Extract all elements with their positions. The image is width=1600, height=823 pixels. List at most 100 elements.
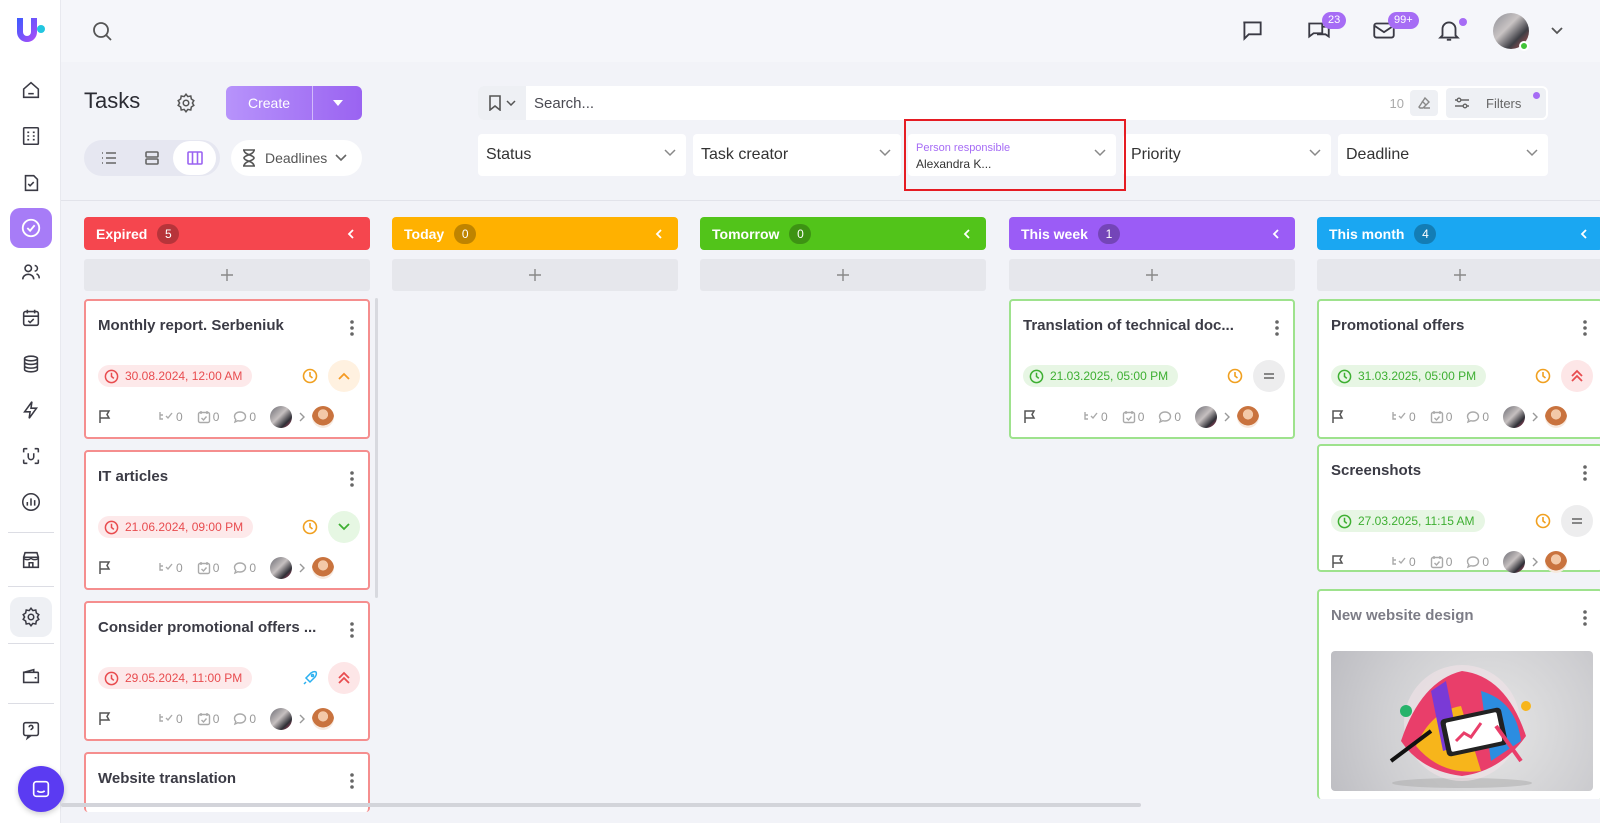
more-options-icon[interactable] xyxy=(350,319,354,337)
add-task-button[interactable] xyxy=(1317,259,1600,291)
add-task-button[interactable] xyxy=(84,259,370,291)
assignee-avatar[interactable] xyxy=(312,406,335,428)
nav-projects-icon[interactable] xyxy=(10,163,52,203)
flag-icon[interactable] xyxy=(98,712,112,726)
column-header[interactable]: This week 1 xyxy=(1009,217,1295,250)
task-card[interactable]: Translation of technical doc... 21.03.202… xyxy=(1009,299,1295,439)
comments-counter[interactable]: 0 xyxy=(233,712,256,726)
column-scrollbar[interactable] xyxy=(375,298,378,598)
collapse-chevron-icon[interactable] xyxy=(960,227,974,241)
priority-medium-icon[interactable] xyxy=(1253,360,1285,392)
nav-reports-icon[interactable] xyxy=(10,482,52,522)
nav-store-icon[interactable] xyxy=(10,540,52,580)
clear-eraser-icon[interactable] xyxy=(1410,90,1438,116)
column-header[interactable]: This month 4 xyxy=(1317,217,1600,250)
priority-high-icon[interactable] xyxy=(328,360,360,392)
nav-scan-icon[interactable] xyxy=(10,436,52,476)
subtasks-counter[interactable]: 0 xyxy=(158,712,183,726)
flag-icon[interactable] xyxy=(1331,410,1345,424)
flag-icon[interactable] xyxy=(98,410,112,424)
more-options-icon[interactable] xyxy=(1583,464,1587,482)
collapse-chevron-icon[interactable] xyxy=(652,227,666,241)
priority-highest-icon[interactable] xyxy=(1561,360,1593,392)
comments-counter[interactable]: 0 xyxy=(1466,555,1489,569)
status-filter[interactable]: Status xyxy=(478,134,686,176)
app-logo[interactable] xyxy=(13,14,47,48)
subtasks-counter[interactable]: 0 xyxy=(158,410,183,424)
checklist-counter[interactable]: 0 xyxy=(1122,410,1144,424)
checklist-counter[interactable]: 0 xyxy=(1430,410,1452,424)
column-header[interactable]: Tomorrow 0 xyxy=(700,217,986,250)
clock-icon[interactable] xyxy=(302,368,318,384)
gear-icon[interactable] xyxy=(175,92,197,114)
assignee-avatar[interactable] xyxy=(1545,406,1568,428)
collapse-chevron-icon[interactable] xyxy=(344,227,358,241)
checklist-counter[interactable]: 0 xyxy=(197,410,219,424)
support-chat-button[interactable] xyxy=(18,766,64,812)
task-card[interactable]: New website design xyxy=(1317,589,1600,799)
create-button[interactable]: Create xyxy=(226,86,362,120)
checklist-counter[interactable]: 0 xyxy=(197,712,219,726)
task-card[interactable]: Monthly report. Serbeniuk 30.08.2024, 12:… xyxy=(84,299,370,439)
creator-avatar[interactable] xyxy=(1503,406,1526,428)
list-view-icon[interactable] xyxy=(88,141,131,175)
more-options-icon[interactable] xyxy=(1583,609,1587,627)
saved-filters-button[interactable] xyxy=(478,86,526,120)
clock-icon[interactable] xyxy=(1227,368,1243,384)
nav-help-icon[interactable] xyxy=(10,710,52,750)
priority-filter[interactable]: Priority xyxy=(1123,134,1331,176)
clock-icon[interactable] xyxy=(302,519,318,535)
task-card[interactable]: IT articles 21.06.2024, 09:00 PM 0 0 0 xyxy=(84,450,370,590)
task-card[interactable]: Screenshots 27.03.2025, 11:15 AM 0 0 0 xyxy=(1317,444,1600,573)
rocket-icon[interactable] xyxy=(302,670,318,686)
filters-button[interactable]: Filters xyxy=(1446,88,1546,118)
rows-view-icon[interactable] xyxy=(131,141,174,175)
column-header[interactable]: Expired 5 xyxy=(84,217,370,250)
flag-icon[interactable] xyxy=(1023,410,1037,424)
comments-counter[interactable]: 0 xyxy=(1466,410,1489,424)
task-card[interactable]: Promotional offers 31.03.2025, 05:00 PM 0 0… xyxy=(1317,299,1600,439)
nav-settings-icon[interactable] xyxy=(10,597,52,637)
priority-medium-icon[interactable] xyxy=(1561,505,1593,537)
nav-users-icon[interactable] xyxy=(10,252,52,292)
nav-automation-icon[interactable] xyxy=(10,390,52,430)
assignee-avatar[interactable] xyxy=(1545,551,1568,573)
nav-database-icon[interactable] xyxy=(10,344,52,384)
checklist-counter[interactable]: 0 xyxy=(197,561,219,575)
more-options-icon[interactable] xyxy=(1275,319,1279,337)
column-header[interactable]: Today 0 xyxy=(392,217,678,250)
clock-icon[interactable] xyxy=(1535,513,1551,529)
deadline-filter[interactable]: Deadline xyxy=(1338,134,1548,176)
chat-icon[interactable] xyxy=(1239,17,1265,43)
subtasks-counter[interactable]: 0 xyxy=(1083,410,1108,424)
assignee-avatar[interactable] xyxy=(1237,406,1260,428)
assignee-avatar[interactable] xyxy=(312,557,335,579)
board-horizontal-scrollbar[interactable] xyxy=(61,803,1141,807)
nav-tasks-icon[interactable] xyxy=(10,208,52,248)
nav-building-icon[interactable] xyxy=(10,116,52,156)
creator-avatar[interactable] xyxy=(270,557,293,579)
nav-home-icon[interactable] xyxy=(10,70,52,110)
add-task-button[interactable] xyxy=(392,259,678,291)
assignee-avatar[interactable] xyxy=(312,708,335,730)
clock-icon[interactable] xyxy=(1535,368,1551,384)
checklist-counter[interactable]: 0 xyxy=(1430,555,1452,569)
more-options-icon[interactable] xyxy=(350,470,354,488)
subtasks-counter[interactable]: 0 xyxy=(1391,410,1416,424)
creator-avatar[interactable] xyxy=(270,708,293,730)
task-card[interactable]: Consider promotional offers ... 29.05.202… xyxy=(84,601,370,741)
search-input[interactable] xyxy=(526,94,1390,112)
more-options-icon[interactable] xyxy=(350,621,354,639)
search-icon[interactable] xyxy=(90,19,114,43)
chevron-down-icon[interactable] xyxy=(1549,24,1565,38)
creator-avatar[interactable] xyxy=(1195,406,1218,428)
creator-avatar[interactable] xyxy=(270,406,293,428)
add-task-button[interactable] xyxy=(1009,259,1295,291)
kanban-view-icon[interactable] xyxy=(173,141,217,175)
priority-low-icon[interactable] xyxy=(328,511,360,543)
collapse-chevron-icon[interactable] xyxy=(1577,227,1591,241)
more-options-icon[interactable] xyxy=(1583,319,1587,337)
comments-counter[interactable]: 0 xyxy=(233,410,256,424)
priority-highest-icon[interactable] xyxy=(328,662,360,694)
subtasks-counter[interactable]: 0 xyxy=(158,561,183,575)
